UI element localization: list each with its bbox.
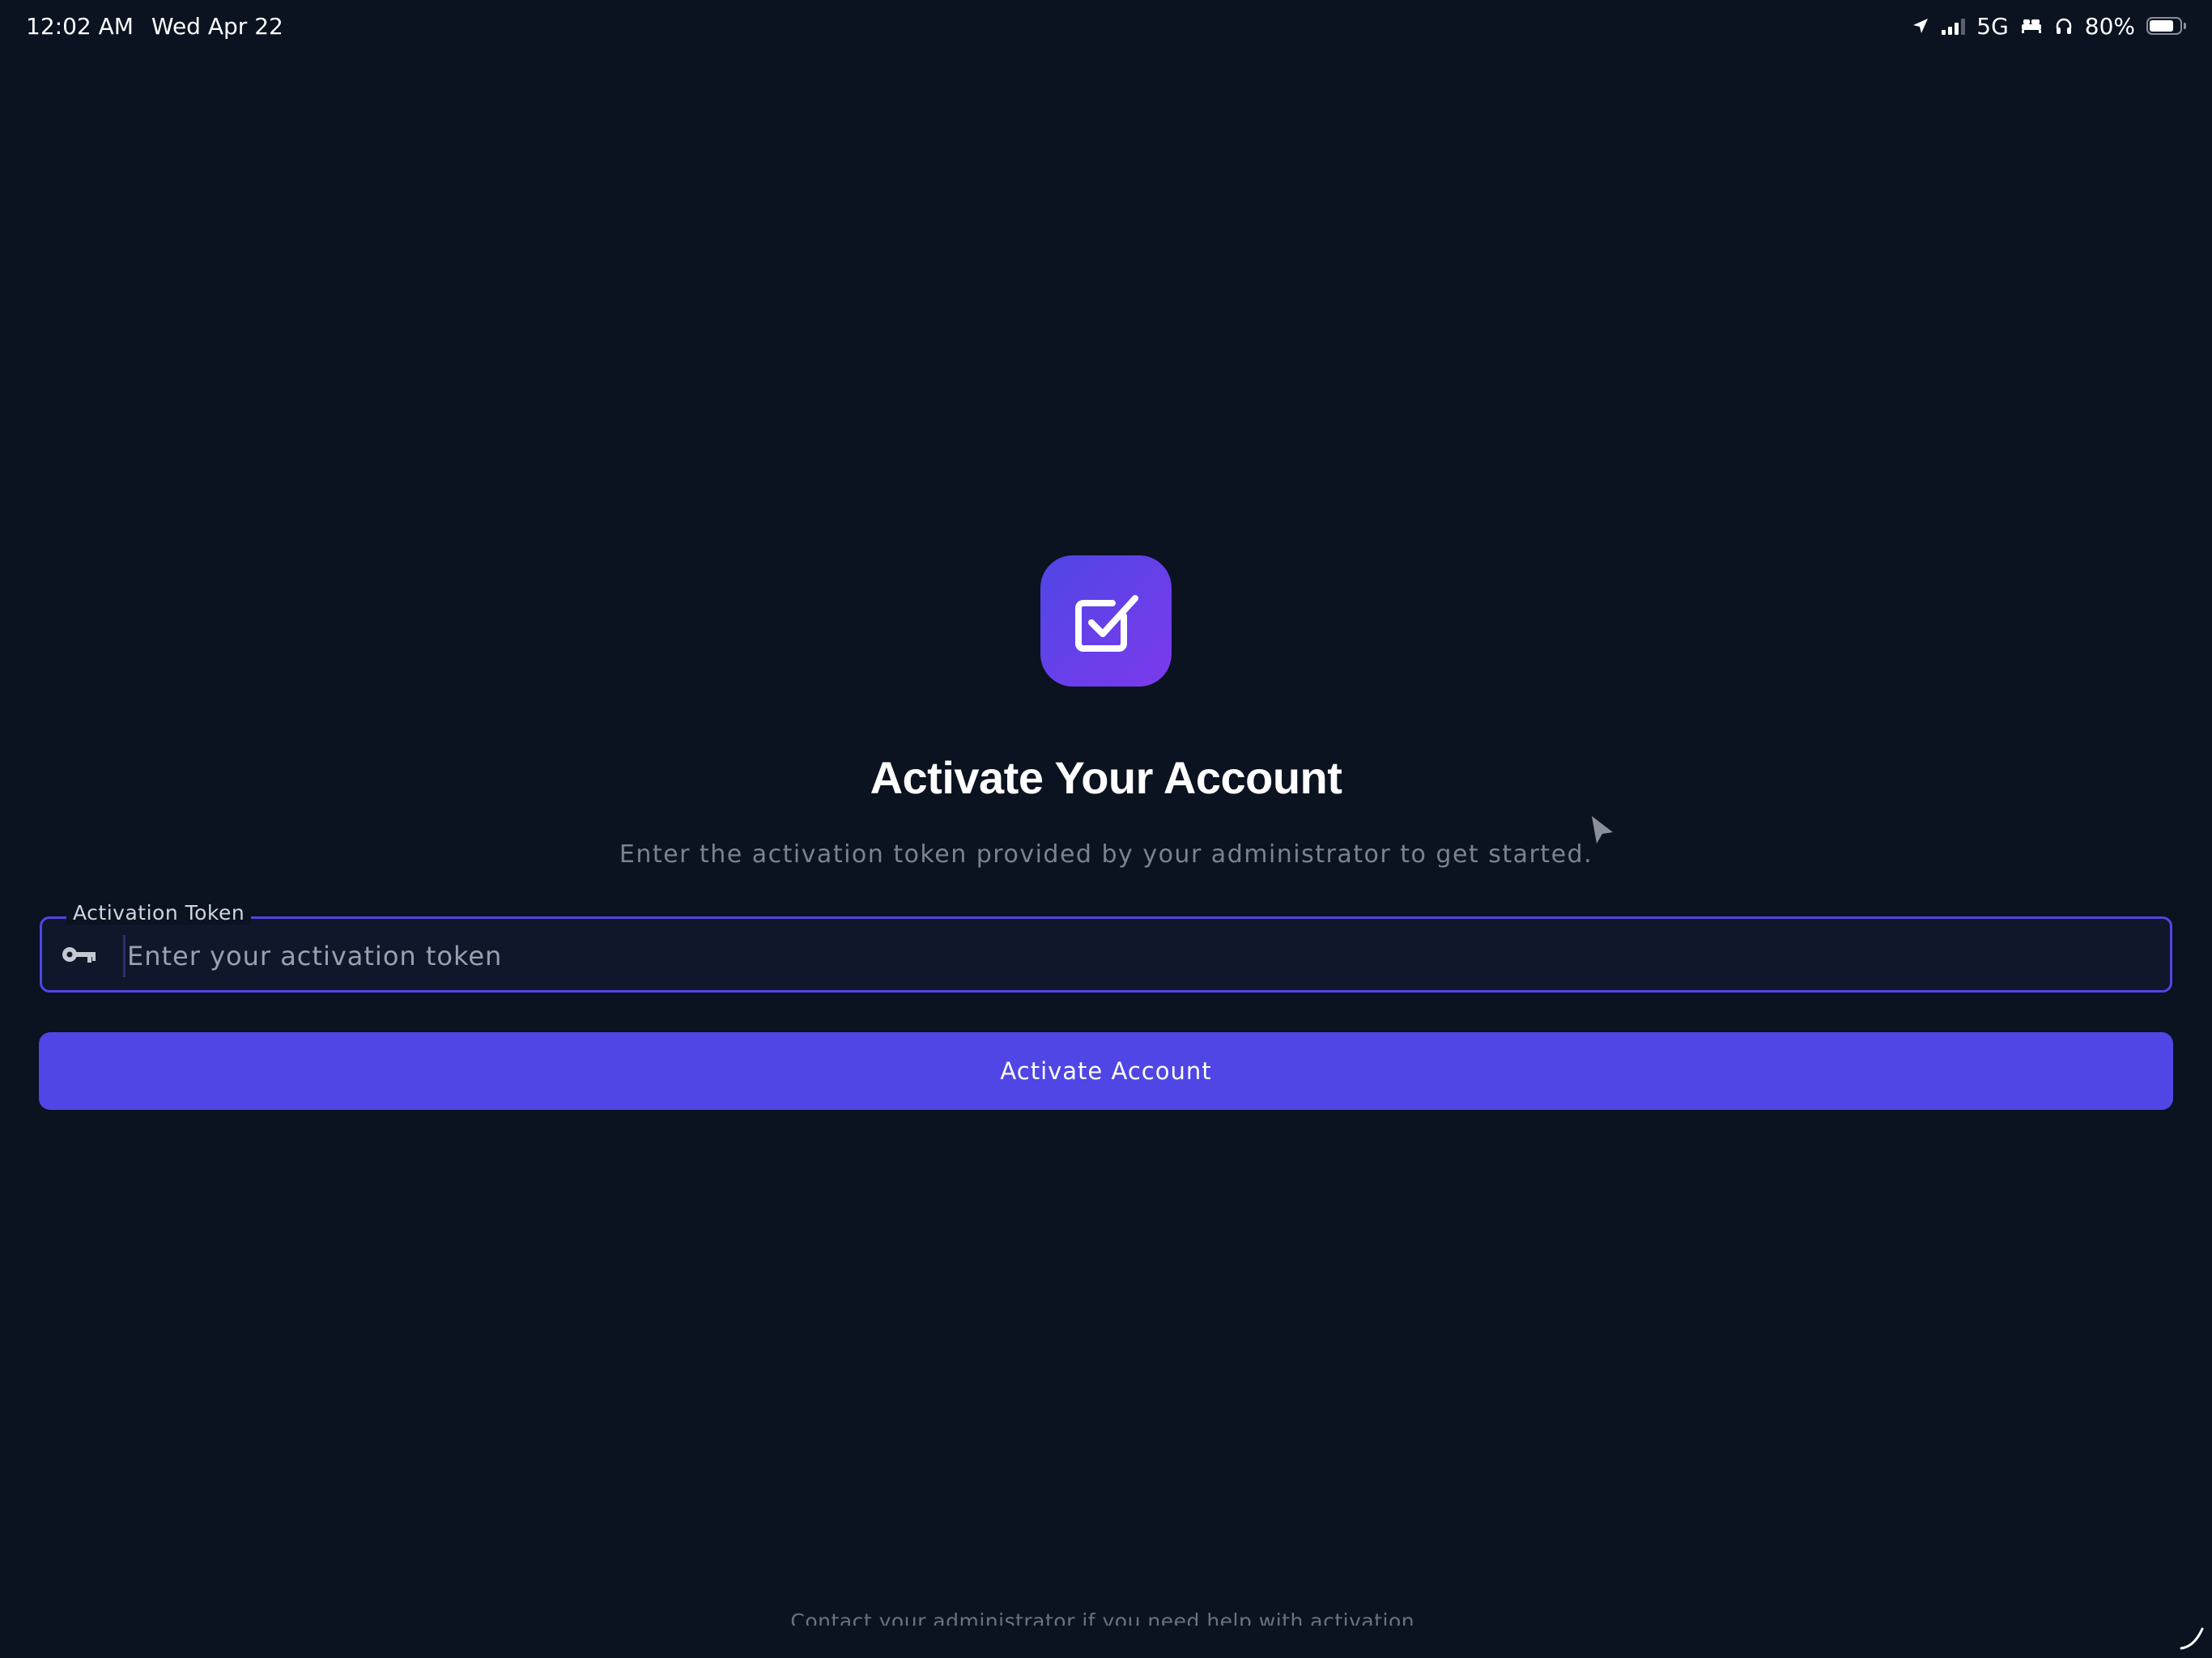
headphones-icon [2054,16,2074,36]
resize-handle-icon[interactable] [2178,1624,2206,1652]
activate-account-button[interactable]: Activate Account [39,1032,2173,1110]
battery-icon [2146,17,2186,35]
status-time: 12:02 AM [26,12,134,40]
activation-token-field[interactable]: Activation Token [40,901,2172,993]
pointer-cursor-icon [1592,816,1613,844]
activation-token-label: Activation Token [66,901,252,925]
page-title: Activate Your Account [870,752,1342,803]
status-date: Wed Apr 22 [151,12,283,40]
bed-icon [2020,17,2043,35]
activation-token-input[interactable] [123,935,2154,977]
activation-screen: 12:02 AM Wed Apr 22 5G 80% Activate Your… [0,0,2212,1658]
signal-icon [1942,17,1966,35]
help-text: Contact your administrator if you need h… [790,1609,1422,1626]
battery-percent: 80% [2084,12,2135,40]
location-icon [1911,16,1930,36]
checkbox-icon [1040,555,1172,687]
page-subtitle: Enter the activation token provided by y… [619,840,1593,869]
network-type: 5G [1976,12,2009,40]
key-icon [62,947,96,963]
status-right: 5G 80% [1911,13,2186,40]
status-bar: 12:02 AM Wed Apr 22 5G 80% [0,0,2212,52]
status-left: 12:02 AM Wed Apr 22 [26,13,283,40]
